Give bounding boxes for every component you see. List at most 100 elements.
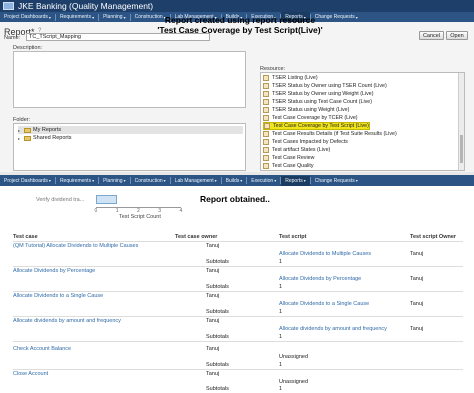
subtotals-label: Subtotals	[206, 334, 229, 340]
resource-item[interactable]: TSER Status using Weight (Live)	[263, 106, 349, 114]
main-nav-bottom: Project Dashboards ▾ Requirements ▾ Planni…	[0, 175, 474, 186]
resource-item[interactable]: TSER Status using Test Case Count (Live)	[263, 98, 372, 106]
chart-bar[interactable]	[96, 195, 118, 204]
chevron-down-icon: ▾	[92, 14, 95, 20]
column-header-test-script-owner: Test script Owner	[410, 234, 457, 240]
resource-item[interactable]: Test artifact States (Live)	[263, 146, 330, 154]
coverage-chart: Verify dividend tra... 0 1 2 3 4 Test Sc…	[16, 193, 182, 229]
chevron-down-icon: ▾	[48, 178, 51, 183]
resource-item[interactable]: Test Case Coverage by TCER (Live)	[263, 114, 358, 122]
test-script-owner: Tanuj	[410, 251, 424, 257]
report-icon	[263, 98, 269, 105]
chevron-down-icon: ▾	[214, 178, 217, 183]
report-icon	[264, 122, 270, 129]
app-logo-icon	[3, 2, 14, 10]
header-divider	[13, 241, 463, 242]
chevron-down-icon: ▾	[48, 14, 51, 20]
resource-item[interactable]: TSER Status by Owner using Weight (Live)	[263, 90, 373, 98]
chart-x-tick: 4	[179, 208, 183, 214]
test-script-owner: Tanuj	[410, 276, 424, 282]
report-icon	[263, 138, 269, 145]
expand-icon[interactable]: ▸	[18, 136, 23, 141]
test-script-owner: Tanuj	[410, 301, 424, 307]
open-button[interactable]: Open	[446, 31, 468, 40]
test-case-link[interactable]: Allocate Dividends to a Single Cause	[13, 293, 103, 299]
test-script-unassigned: Unassigned	[279, 354, 309, 360]
test-case-owner: Tanuj	[206, 268, 220, 274]
folder-icon	[24, 135, 31, 141]
test-case-owner: Tanuj	[206, 346, 220, 352]
test-case-link[interactable]: Close Account	[13, 371, 48, 377]
chart-x-tick: 0	[94, 208, 98, 214]
folder-tree: ▸ My Reports ▸ Shared Reports	[13, 123, 246, 171]
nav-planning[interactable]: Planning ▾	[99, 12, 129, 22]
title-bar: JKE Banking (Quality Management)	[0, 0, 474, 12]
resource-item-selected[interactable]: Test Case Coverage by Test Script (Live)	[263, 122, 370, 130]
nav-construction[interactable]: Construction ▾	[131, 176, 170, 186]
test-script-owner: Tanuj	[410, 326, 424, 332]
nav-lab-management[interactable]: Lab Management ▾	[171, 176, 221, 186]
row-divider	[13, 266, 463, 267]
subtotal-count: 1	[279, 259, 283, 265]
nav-change-requests[interactable]: Change Requests ▾	[311, 176, 362, 186]
chevron-down-icon: ▾	[163, 178, 166, 183]
test-case-link[interactable]: Allocate dividends by amount and frequen…	[13, 318, 121, 324]
column-header-test-case: Test case	[13, 234, 38, 240]
cancel-button[interactable]: Cancel	[419, 31, 444, 40]
subtotal-count: 1	[279, 284, 283, 290]
report-icon	[263, 130, 269, 137]
row-divider	[13, 316, 463, 317]
resource-list: TSER Listing (Live) TSER Status by Owner…	[260, 72, 465, 171]
nav-execution[interactable]: Execution ▾	[247, 176, 280, 186]
chevron-down-icon: ▾	[355, 178, 358, 183]
chevron-down-icon: ▾	[355, 14, 358, 20]
test-script-link[interactable]: Allocate dividends by amount and frequen…	[279, 326, 387, 332]
folder-my-reports[interactable]: ▸ My Reports	[18, 126, 243, 134]
resource-item[interactable]: Test Cases Impacted by Defects	[263, 138, 348, 146]
nav-builds[interactable]: Builds ▾	[222, 176, 247, 186]
test-case-link[interactable]: Allocate Dividends by Percentage	[13, 268, 95, 274]
test-case-link[interactable]: (QM Tutorial) Allocate Dividends to Mult…	[13, 243, 138, 249]
folder-shared-reports[interactable]: ▸ Shared Reports	[18, 134, 72, 142]
test-case-link[interactable]: Check Account Balance	[13, 346, 71, 352]
nav-project-dashboards[interactable]: Project Dashboards ▾	[0, 176, 55, 186]
column-header-test-script: Test script	[279, 234, 307, 240]
subtotals-label: Subtotals	[206, 284, 229, 290]
chevron-down-icon: ▾	[92, 178, 95, 183]
resource-item[interactable]: TSER Status by Owner using TSER Count (L…	[263, 82, 387, 90]
test-script-unassigned: Unassigned	[279, 379, 309, 385]
scrollbar-thumb[interactable]	[460, 135, 463, 163]
nav-reports[interactable]: Reports ▾	[281, 175, 310, 186]
folder-label-my-reports: My Reports	[33, 127, 62, 133]
nav-requirements[interactable]: Requirements ▾	[56, 176, 98, 186]
nav-project-dashboards[interactable]: Project Dashboards ▾	[0, 12, 55, 22]
resource-item[interactable]: Test Case Review	[263, 154, 314, 162]
report-icon	[263, 106, 269, 113]
folder-label-shared-reports: Shared Reports	[33, 135, 72, 141]
test-script-link[interactable]: Allocate Dividends to a Single Cause	[279, 301, 369, 307]
folder-icon	[24, 127, 31, 133]
name-field[interactable]: TC_TScript_Mapping	[26, 33, 210, 41]
subtotals-label: Subtotals	[206, 386, 229, 392]
nav-requirements[interactable]: Requirements ▾	[56, 12, 98, 22]
test-script-link[interactable]: Allocate Dividends to Multiple Causes	[279, 251, 371, 257]
test-script-link[interactable]: Allocate Dividends by Percentage	[279, 276, 361, 282]
test-case-owner: Tanuj	[206, 371, 220, 377]
app-title: JKE Banking (Quality Management)	[18, 1, 154, 11]
subtotal-count: 1	[279, 386, 283, 392]
subtotals-label: Subtotals	[206, 309, 229, 315]
report-icon	[263, 74, 269, 81]
subtotals-label: Subtotals	[206, 259, 229, 265]
expand-icon[interactable]: ▸	[18, 128, 23, 133]
chart-x-label: Test Script Count	[119, 214, 161, 220]
subtotal-count: 1	[279, 309, 283, 315]
subtotals-label: Subtotals	[206, 362, 229, 368]
resource-item[interactable]: TSER Listing (Live)	[263, 74, 318, 82]
description-field[interactable]	[13, 51, 246, 108]
resource-scrollbar[interactable]	[458, 73, 464, 170]
resource-item[interactable]: Test Case Results Details (if Test Suite…	[263, 130, 397, 138]
chart-category-label: Verify dividend tra...	[36, 197, 85, 203]
resource-item[interactable]: Test Case Quality	[263, 162, 314, 170]
nav-planning[interactable]: Planning ▾	[99, 176, 129, 186]
test-case-owner: Tanuj	[206, 293, 220, 299]
